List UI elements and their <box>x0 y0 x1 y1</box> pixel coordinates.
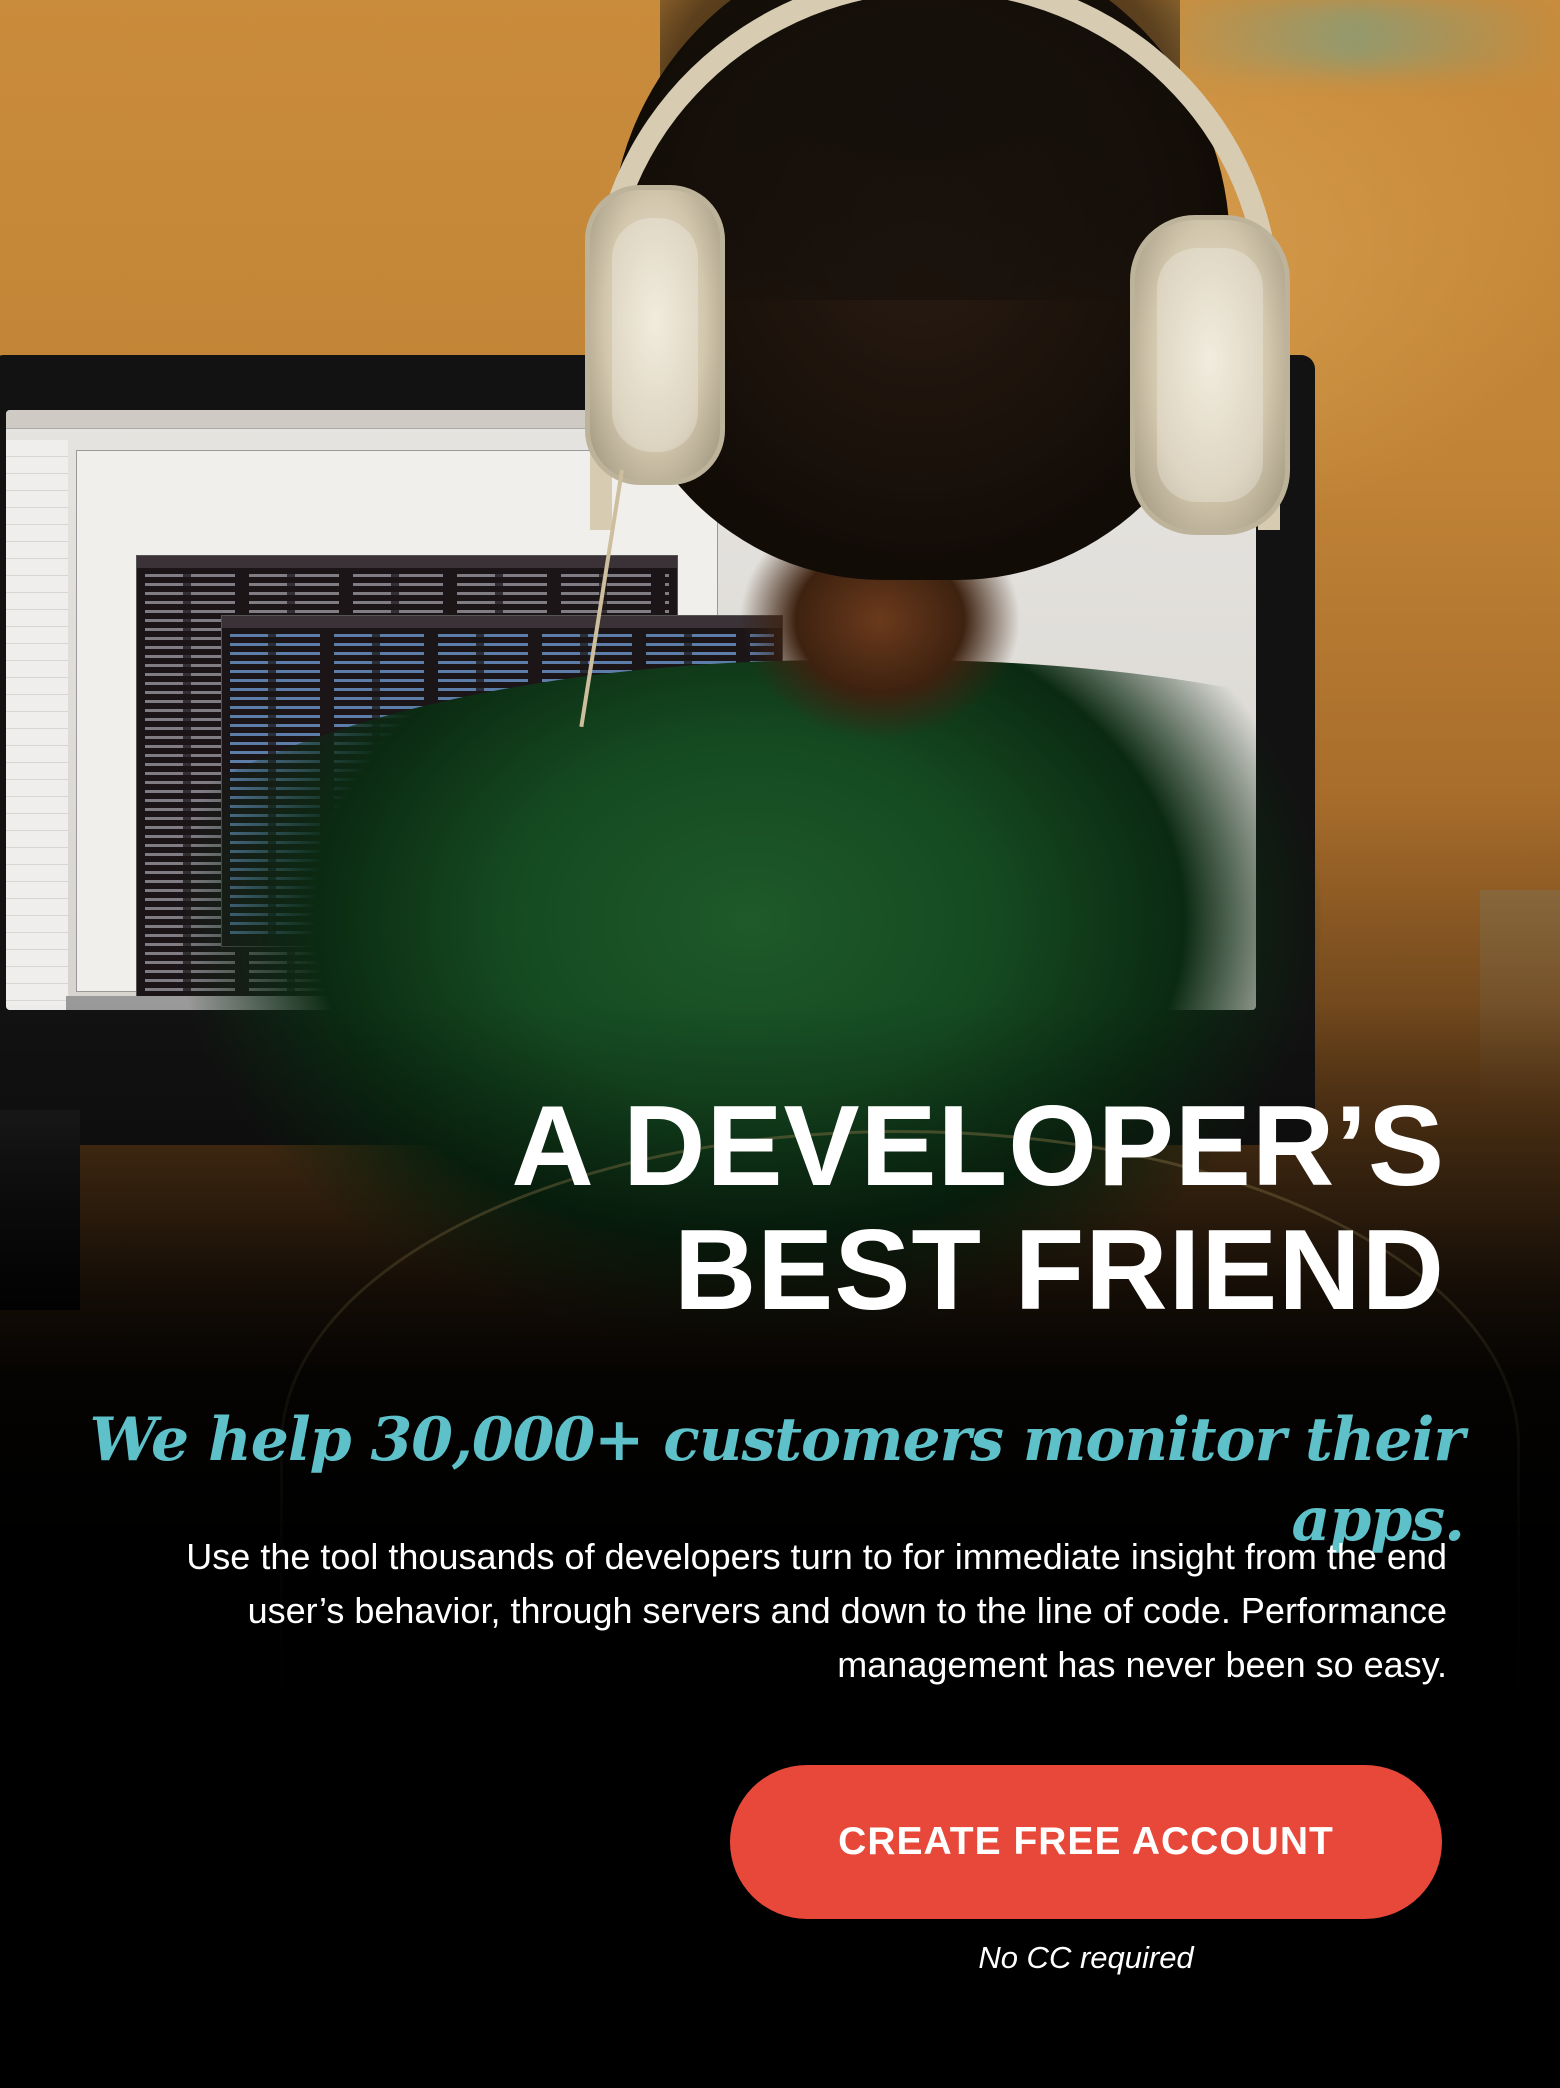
hero-headline: A DEVELOPER’S BEST FRIEND <box>245 1085 1445 1333</box>
create-free-account-button[interactable]: CREATE FREE ACCOUNT <box>730 1765 1442 1919</box>
no-cc-required-note: No CC required <box>978 1940 1194 1975</box>
headline-line-1: A DEVELOPER’S <box>511 1083 1445 1210</box>
hero-description: Use the tool thousands of developers tur… <box>186 1536 1447 1685</box>
hero-section: A DEVELOPER’S BEST FRIEND We help 30,000… <box>0 0 1560 2088</box>
headline-line-2: BEST FRIEND <box>673 1207 1445 1334</box>
hero-content: A DEVELOPER’S BEST FRIEND We help 30,000… <box>0 0 1560 2088</box>
